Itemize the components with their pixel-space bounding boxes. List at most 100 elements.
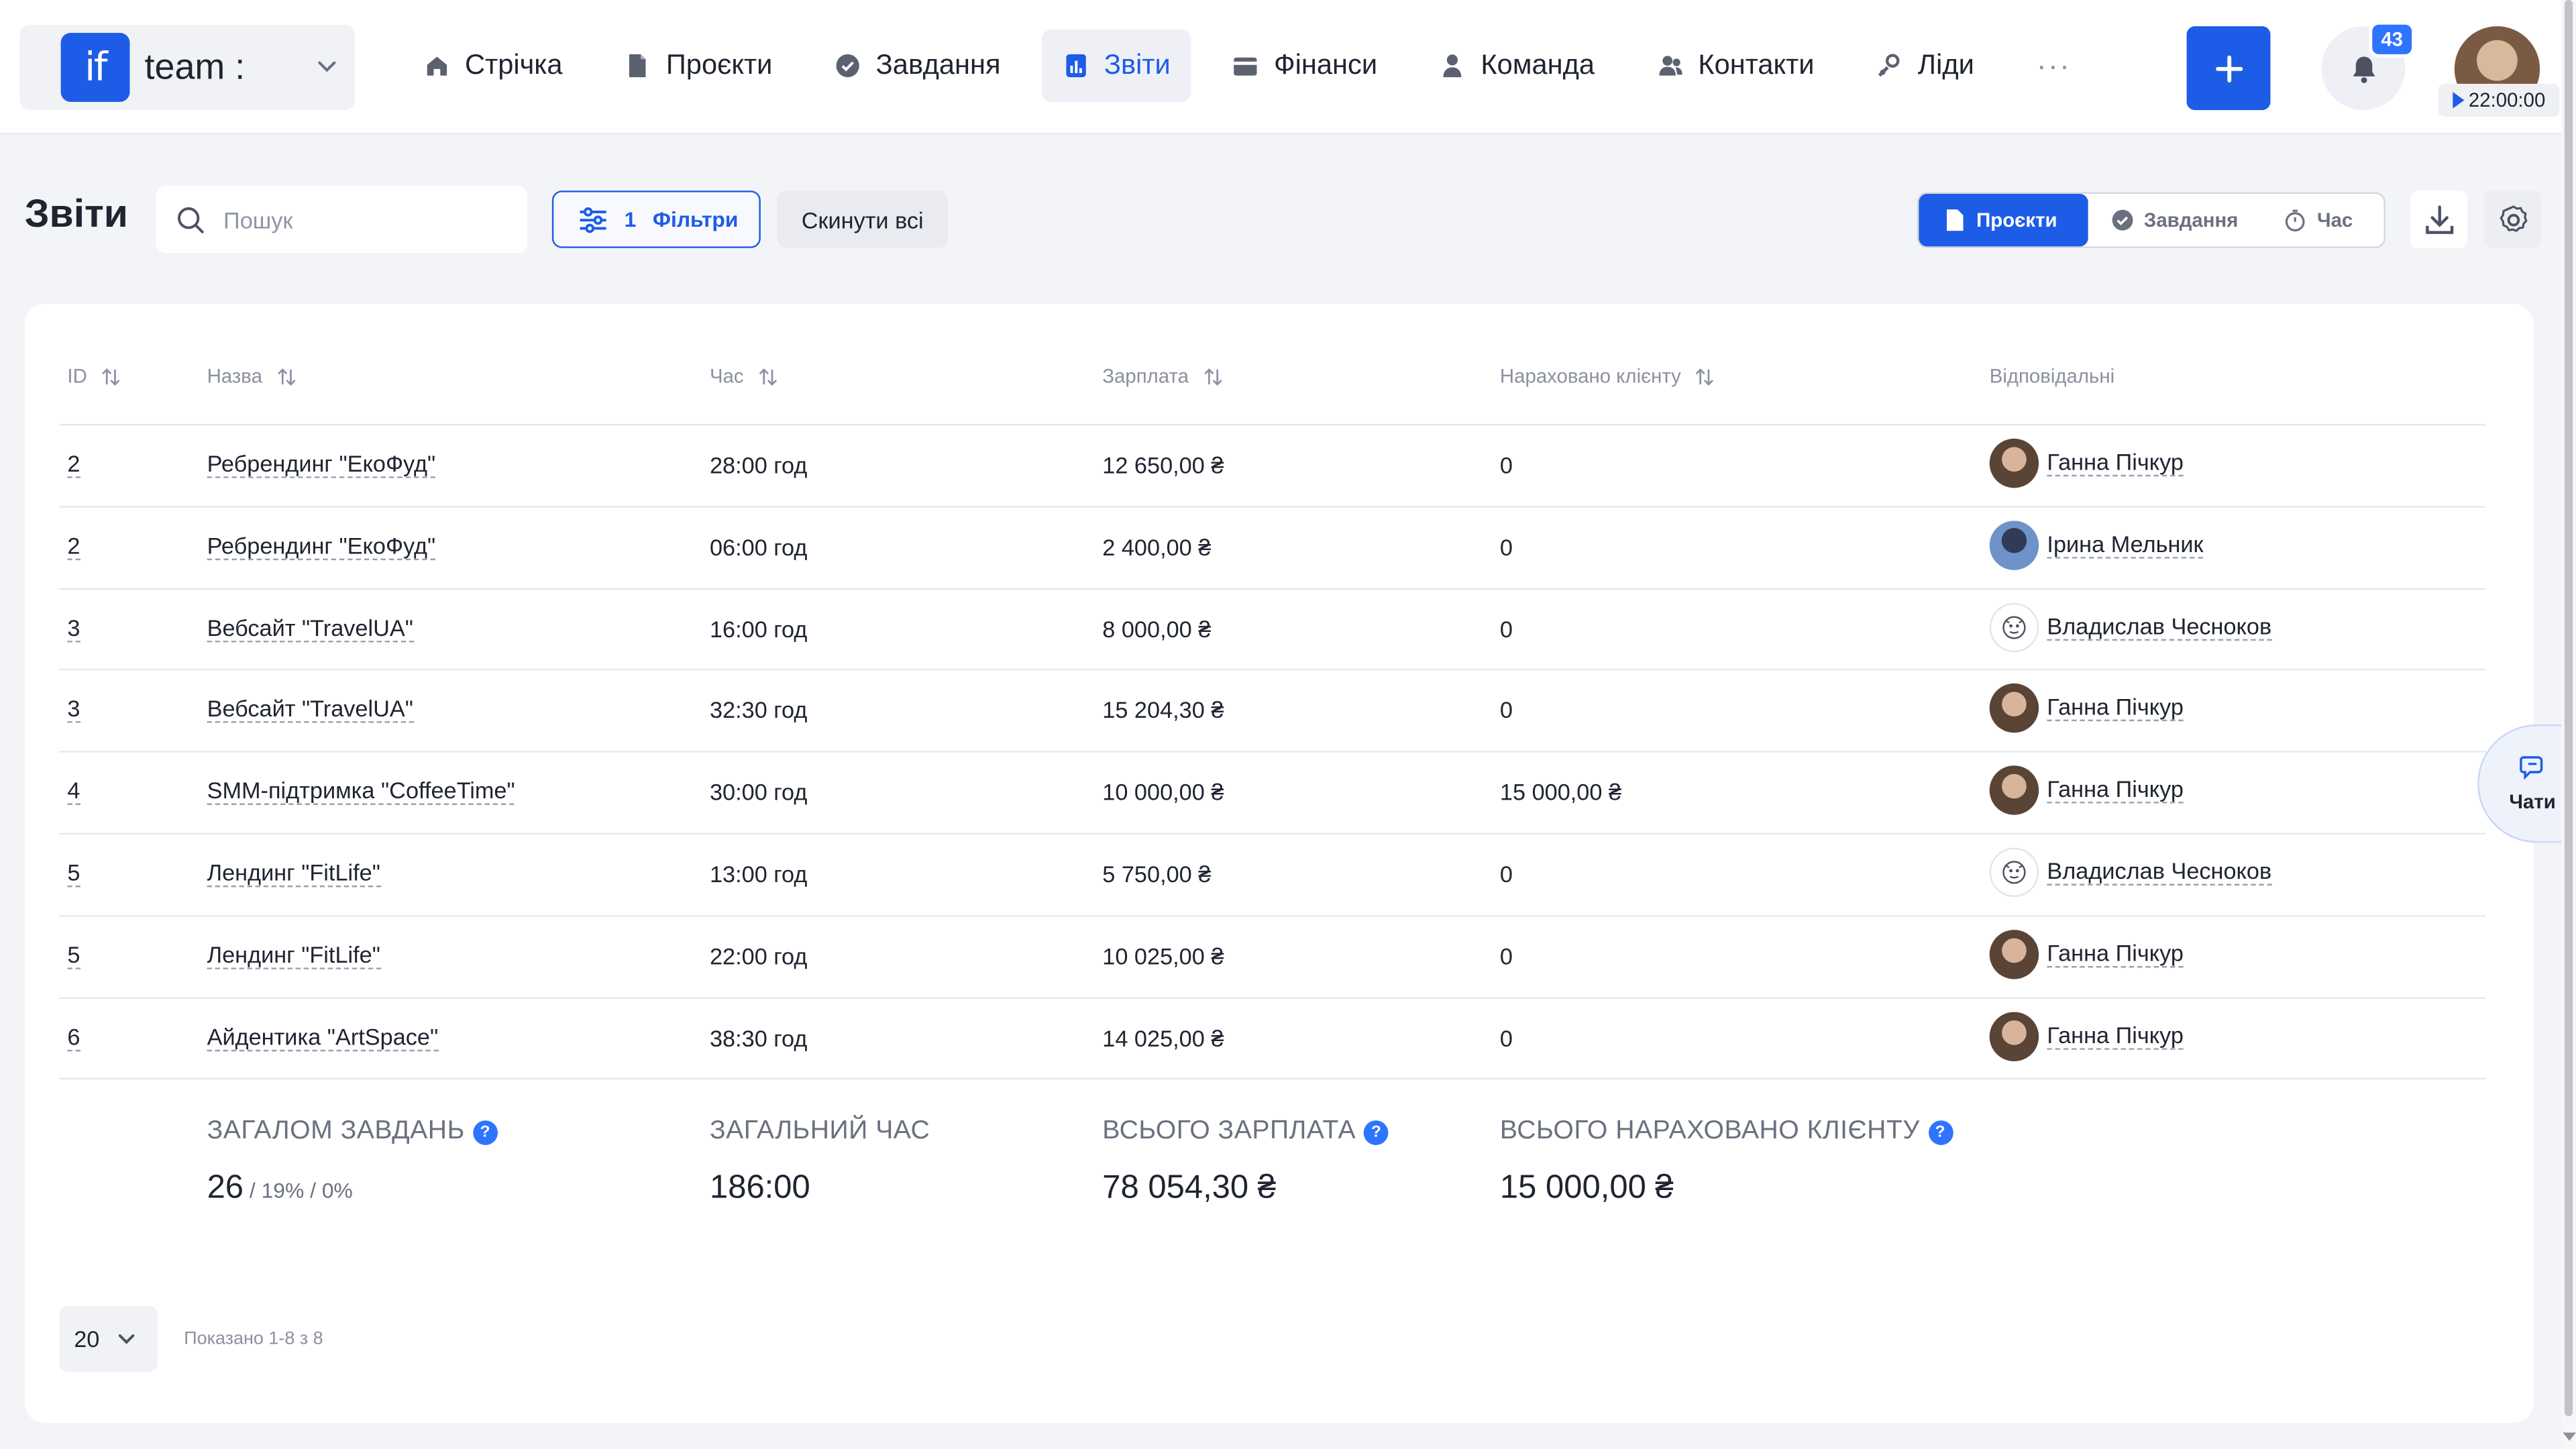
responsible-name-link[interactable]: Владислав Чесноков	[2047, 859, 2272, 886]
row-id-link[interactable]: 5	[67, 942, 80, 969]
create-button[interactable]	[2186, 26, 2271, 111]
row-charged: 0	[1499, 1024, 1513, 1051]
project-name-link[interactable]: Айдентика "ArtSpace"	[207, 1024, 439, 1051]
responsible-name-link[interactable]: Ганна Пічкур	[2047, 941, 2184, 967]
project-name-link[interactable]: Вебсайт "TravelUA"	[207, 696, 413, 724]
search-input[interactable]	[223, 206, 503, 233]
avatar[interactable]	[1989, 765, 2039, 816]
project-name-link[interactable]: SMM-підтримка "CoffeeTime"	[207, 778, 515, 806]
total-charged-value: 15 000,00 ₴	[1499, 1169, 1674, 1206]
download-button[interactable]	[2410, 191, 2468, 248]
row-charged: 0	[1499, 451, 1513, 478]
total-time-value: 186:00	[709, 1169, 810, 1206]
chat-icon	[2519, 756, 2542, 780]
avatar[interactable]	[1989, 929, 2039, 979]
search-box[interactable]	[156, 185, 528, 254]
column-charged[interactable]: Нараховано клієнту	[1500, 365, 1715, 388]
page-size-select[interactable]: 20	[59, 1305, 158, 1372]
avatar[interactable]	[1989, 684, 2039, 734]
tab-tasks[interactable]: Завдання	[2088, 194, 2261, 246]
scroll-down-arrow[interactable]	[2563, 1432, 2576, 1441]
row-time: 22:00 год	[709, 943, 808, 969]
sort-icon	[1203, 367, 1222, 385]
row-responsible: Ганна Пічкур	[1989, 765, 2184, 816]
project-name-link[interactable]: Лендинг "FitLife"	[207, 942, 380, 969]
table-header: ID Назва Час Зарплата Нараховано клієнту…	[25, 304, 2534, 425]
responsible-name-link[interactable]: Ганна Пічкур	[2047, 695, 2184, 722]
row-time: 28:00 год	[709, 451, 808, 478]
settings-button[interactable]	[2483, 191, 2542, 248]
tab-projects[interactable]: Проєкти	[1919, 193, 2088, 247]
nav-item-projects[interactable]: Проєкти	[604, 30, 794, 102]
help-icon[interactable]: ?	[1927, 1119, 1953, 1144]
project-name-link[interactable]: Ребрендинг "ЕкоФуд"	[207, 451, 436, 478]
row-id-link[interactable]: 3	[67, 614, 80, 642]
help-icon[interactable]: ?	[1364, 1119, 1389, 1144]
project-name-link[interactable]: Лендинг "FitLife"	[207, 860, 380, 888]
total-tasks-value: 26 / 19% / 0%	[207, 1170, 353, 1208]
total-tasks-label: ЗАГАЛОМ ЗАВДАНЬ ?	[207, 1117, 498, 1146]
filters-button[interactable]: 1 Фільтри	[551, 191, 761, 248]
nav-item-feed[interactable]: Стрічка	[402, 30, 584, 102]
row-salary: 10 025,00 ₴	[1102, 943, 1224, 969]
help-icon[interactable]: ?	[473, 1119, 498, 1144]
nav-item-team[interactable]: Команда	[1418, 30, 1616, 102]
nav-more-button[interactable]: ···	[2015, 30, 2092, 102]
responsible-name-link[interactable]: Владислав Чесноков	[2047, 613, 2272, 641]
nav-item-finance[interactable]: Фінанси	[1212, 30, 1399, 102]
row-time: 06:00 год	[709, 533, 808, 560]
avatar[interactable]	[1989, 1011, 2039, 1061]
nav-item-reports[interactable]: Звіти	[1041, 30, 1192, 102]
avatar[interactable]	[1989, 520, 2039, 570]
sort-icon	[102, 367, 120, 385]
wallet-icon	[1234, 57, 1258, 76]
avatar[interactable]	[1989, 847, 2039, 898]
column-time[interactable]: Час	[710, 365, 778, 388]
responsible-name-link[interactable]: Ганна Пічкур	[2047, 1022, 2184, 1049]
time-tracker[interactable]: 22:00:00	[2438, 83, 2560, 117]
row-id-link[interactable]: 4	[67, 778, 80, 806]
nav-item-label: Звіти	[1104, 49, 1171, 81]
row-responsible: Ірина Мельник	[1989, 520, 2204, 570]
nav-item-contacts[interactable]: Контакти	[1635, 30, 1835, 102]
row-time: 38:30 год	[709, 1024, 808, 1051]
scrollbar-thumb[interactable]	[2564, 0, 2573, 1417]
row-id-link[interactable]: 2	[67, 451, 80, 478]
nav-item-label: Ліди	[1917, 49, 1974, 81]
workspace-switcher[interactable]: if team :	[19, 24, 355, 111]
table-row: 6 Айдентика "ArtSpace" 38:30 год 14 025,00 …	[59, 996, 2486, 1079]
reset-filters-button[interactable]: Скинути всі	[777, 191, 949, 248]
view-switcher: Проєкти Завдання Час	[1917, 192, 2385, 248]
responsible-name-link[interactable]: Ганна Пічкур	[2047, 449, 2184, 477]
column-salary[interactable]: Зарплата	[1102, 365, 1223, 388]
row-responsible: Ганна Пічкур	[1989, 684, 2184, 734]
row-salary: 10 000,00 ₴	[1102, 779, 1224, 806]
row-responsible: Ганна Пічкур	[1989, 929, 2184, 979]
nav-item-label: Команда	[1481, 49, 1595, 81]
gear-icon	[2499, 205, 2527, 231]
row-time: 30:00 год	[709, 779, 808, 806]
row-id-link[interactable]: 2	[67, 533, 80, 560]
nav-item-leads[interactable]: Ліди	[1856, 30, 1996, 102]
column-label: ID	[67, 364, 87, 388]
responsible-name-link[interactable]: Ганна Пічкур	[2047, 777, 2184, 804]
responsible-name-link[interactable]: Ірина Мельник	[2047, 531, 2204, 559]
nav-item-tasks[interactable]: Завдання	[814, 30, 1022, 102]
row-id-link[interactable]: 3	[67, 696, 80, 724]
project-name-link[interactable]: Вебсайт "TravelUA"	[207, 614, 413, 642]
row-id-link[interactable]: 6	[67, 1024, 80, 1051]
column-label: Нараховано клієнту	[1499, 364, 1681, 388]
avatar[interactable]	[1989, 438, 2039, 488]
total-charged-title: ВСЬОГО НАРАХОВАНО КЛІЄНТУ	[1499, 1117, 1920, 1145]
project-name-link[interactable]: Ребрендинг "ЕкоФуд"	[207, 533, 436, 560]
row-charged: 0	[1499, 697, 1513, 724]
table-row: 4 SMM-підтримка "CoffeeTime" 30:00 год 10 0…	[59, 751, 2486, 833]
notifications-badge: 43	[2369, 21, 2416, 58]
download-icon	[2424, 205, 2453, 233]
avatar[interactable]	[1989, 602, 2039, 652]
column-label: Час	[709, 364, 744, 388]
column-id[interactable]: ID	[67, 365, 121, 388]
tab-time[interactable]: Час	[2261, 194, 2376, 246]
row-id-link[interactable]: 5	[67, 860, 80, 888]
column-name[interactable]: Назва	[207, 365, 297, 388]
